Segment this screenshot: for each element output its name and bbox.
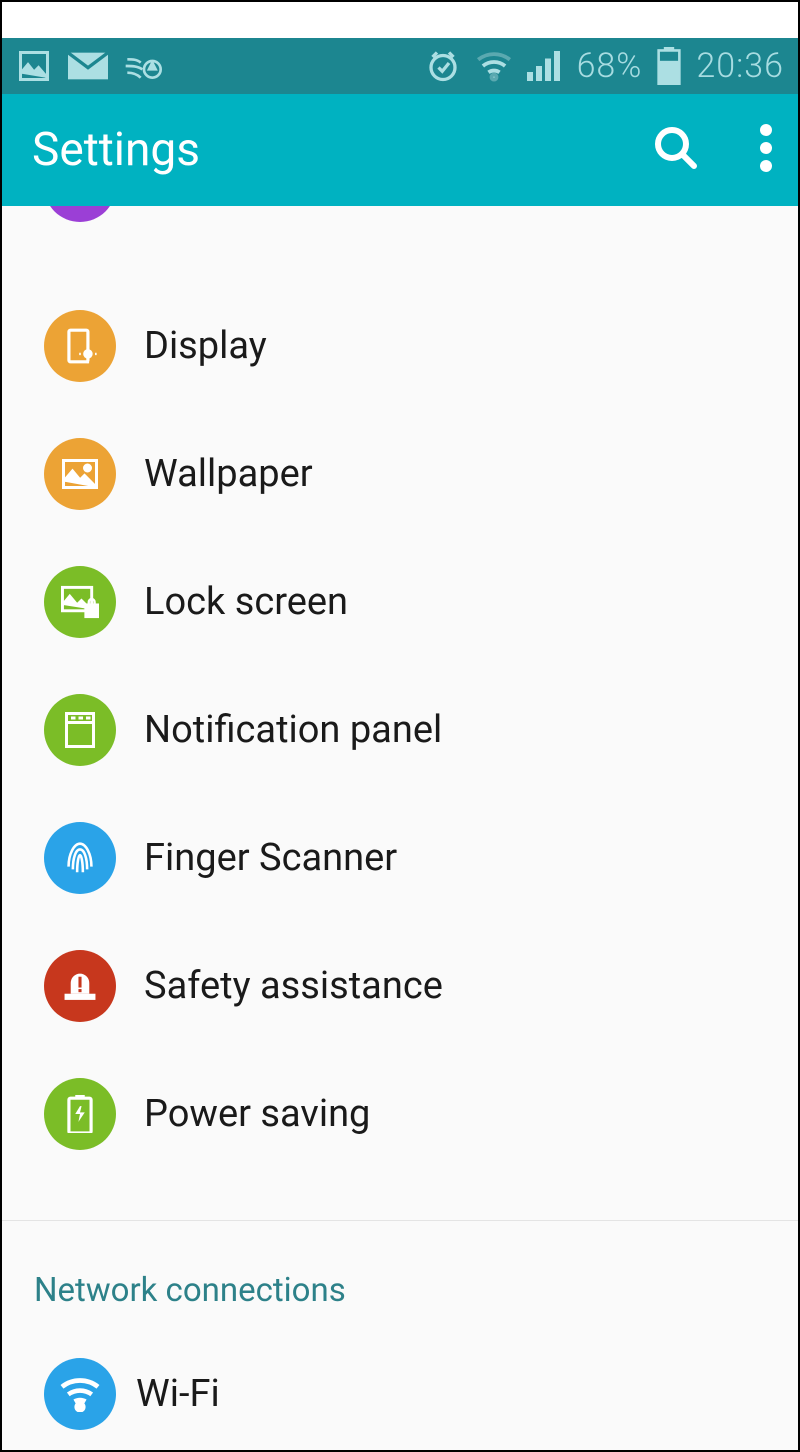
display-icon <box>44 310 116 382</box>
settings-item-lock-screen[interactable]: Lock screen <box>2 538 798 666</box>
fingerprint-icon <box>44 822 116 894</box>
wifi-icon <box>44 1358 116 1430</box>
settings-item-power-saving[interactable]: Power saving <box>2 1050 798 1178</box>
battery-icon <box>656 47 682 85</box>
emergency-icon <box>44 950 116 1022</box>
status-bar: 68% 20:36 <box>2 38 798 94</box>
lock-screen-icon <box>44 566 116 638</box>
search-icon <box>652 124 700 172</box>
search-button[interactable] <box>652 124 700 176</box>
settings-item-safety-assistance[interactable]: Safety assistance <box>2 922 798 1050</box>
battery-percent: 68% <box>577 46 643 86</box>
app-bar: Settings <box>2 94 798 206</box>
item-label: Notification panel <box>144 708 442 752</box>
wallpaper-icon <box>44 438 116 510</box>
clock: 20:36 <box>696 46 784 86</box>
alarm-icon <box>425 48 461 84</box>
status-right: 68% 20:36 <box>425 46 784 86</box>
overflow-menu-button[interactable] <box>760 124 772 176</box>
page-title: Settings <box>32 123 200 177</box>
item-label: Wi-Fi <box>136 1372 220 1416</box>
item-label: Display <box>144 324 267 368</box>
notification-panel-icon <box>44 694 116 766</box>
settings-item-finger-scanner[interactable]: Finger Scanner <box>2 794 798 922</box>
picture-icon <box>16 48 52 84</box>
item-label: Power saving <box>144 1092 370 1136</box>
app-bar-actions <box>652 124 772 176</box>
item-label: Safety assistance <box>144 964 443 1008</box>
item-label: Finger Scanner <box>144 836 397 880</box>
hand-icon <box>124 49 164 83</box>
power-saving-icon <box>44 1078 116 1150</box>
status-left <box>16 48 164 84</box>
settings-item-wifi[interactable]: Wi-Fi <box>2 1346 798 1442</box>
wifi-icon <box>475 50 513 82</box>
settings-list[interactable]: Sounds and notifications Display Wallpap… <box>2 206 798 1450</box>
settings-item-notification-panel[interactable]: Notification panel <box>2 666 798 794</box>
mail-icon <box>68 52 108 80</box>
screen: 68% 20:36 Settings <box>0 0 800 1452</box>
signal-icon <box>527 50 563 82</box>
item-label: Wallpaper <box>144 452 313 496</box>
sound-icon <box>44 206 116 222</box>
settings-item-display[interactable]: Display <box>2 282 798 410</box>
more-vert-icon <box>760 124 772 172</box>
item-label: Lock screen <box>144 580 348 624</box>
section-header-network: Network connections <box>2 1221 798 1346</box>
settings-item-sounds[interactable]: Sounds and notifications <box>2 206 798 234</box>
settings-item-wallpaper[interactable]: Wallpaper <box>2 410 798 538</box>
